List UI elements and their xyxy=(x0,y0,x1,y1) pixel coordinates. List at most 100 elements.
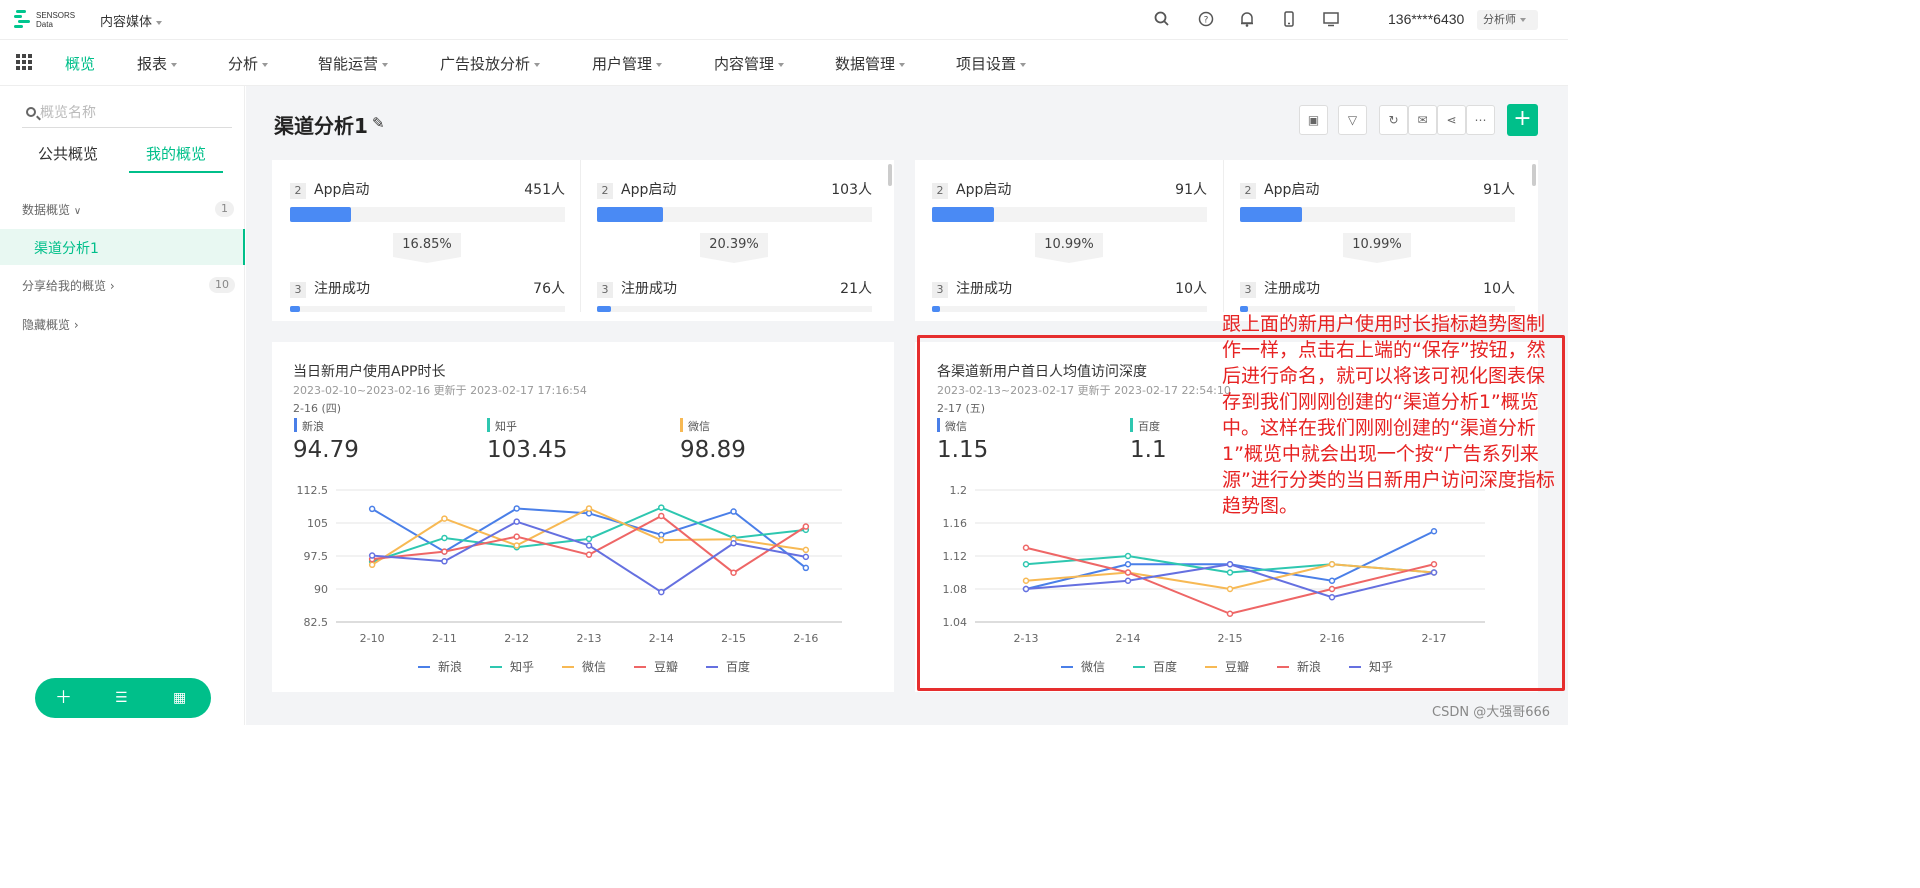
annotation-text: 跟上面的新用户使用时长指标趋势图制作一样，点击右上端的“保存”按钮，然后进行命名… xyxy=(1222,313,1555,517)
chart1-highlight-label: 新浪 xyxy=(294,418,324,434)
mail-button[interactable]: ✉ xyxy=(1408,105,1437,135)
nav-smart-ops[interactable]: 智能运营 xyxy=(318,53,389,74)
nav-data-management[interactable]: 数据管理 xyxy=(835,53,906,74)
monitor-icon[interactable] xyxy=(1322,10,1340,28)
data-point xyxy=(585,535,593,543)
chart1-svg[interactable]: 112.5 105 97.5 90 82.5 2-10 2-11 2-12 2-13 2-14 2-… xyxy=(272,470,894,690)
sidebar-item-channel-analysis[interactable]: 渠道分析1 xyxy=(0,229,245,265)
y-tick-label: 105 xyxy=(307,517,328,530)
x-tick-label: 2-11 xyxy=(432,632,457,645)
legend-label: 新浪 xyxy=(438,659,462,674)
funnel-step-row: 2 App启动 91人 xyxy=(1240,179,1515,199)
group-shared-overview[interactable]: 分享给我的概览 › xyxy=(22,277,115,294)
sensors-logo[interactable]: SENSORS Data xyxy=(14,9,84,31)
funnel-bar xyxy=(597,207,872,222)
add-icon[interactable]: ＋ xyxy=(55,686,72,710)
funnel-step-value: 10人 xyxy=(1483,281,1515,297)
mobile-icon[interactable] xyxy=(1280,10,1298,28)
funnel-step-value: 91人 xyxy=(1483,182,1515,198)
x-tick-label: 2-14 xyxy=(649,632,674,645)
nav-user-management[interactable]: 用户管理 xyxy=(592,53,663,74)
chevron-right-icon: › xyxy=(73,318,79,332)
apps-grid-icon[interactable] xyxy=(16,54,32,70)
more-button[interactable]: ⋯ xyxy=(1466,105,1495,135)
filter-button[interactable]: ▽ xyxy=(1338,105,1367,135)
chevron-down-icon xyxy=(778,62,785,67)
tab-my-overview[interactable]: 我的概览 xyxy=(146,143,206,164)
sidebar-toolbar: ＋ ☰ ▦ xyxy=(35,678,211,718)
x-tick-label: 2-16 xyxy=(793,632,818,645)
nav-analysis[interactable]: 分析 xyxy=(228,53,269,74)
funnel-bar-fill xyxy=(932,306,940,312)
funnel-step-name: App启动 xyxy=(621,182,677,198)
y-tick-label: 90 xyxy=(314,583,328,596)
overview-search-input[interactable]: 概览名称 xyxy=(22,100,232,128)
nav-overview[interactable]: 概览 xyxy=(65,53,95,74)
funnel-bar-fill xyxy=(290,306,301,312)
sidebar xyxy=(0,86,245,725)
funnel-bar-fill xyxy=(1240,207,1302,222)
nav-content-management[interactable]: 内容管理 xyxy=(714,53,785,74)
project-selector[interactable]: 内容媒体 xyxy=(100,11,163,30)
data-point xyxy=(730,539,737,547)
nav-project-settings[interactable]: 项目设置 xyxy=(956,53,1027,74)
step-number: 3 xyxy=(1240,282,1256,298)
legend-label: 知乎 xyxy=(510,660,534,674)
group-data-overview[interactable]: 数据概览 ∨ xyxy=(22,201,81,218)
search-icon[interactable] xyxy=(1153,10,1171,28)
group-hidden-overview[interactable]: 隐藏概览 › xyxy=(22,316,79,333)
funnel-step-row: 2 App启动 103人 xyxy=(597,179,872,199)
data-point xyxy=(513,505,520,512)
calendar-button[interactable]: ▣ xyxy=(1299,105,1328,135)
funnel-step-name: App启动 xyxy=(314,182,370,198)
user-account[interactable]: 136****6430 xyxy=(1388,11,1464,27)
tab-public-overview[interactable]: 公共概览 xyxy=(38,143,98,164)
data-point xyxy=(802,546,810,554)
role-selector[interactable]: 分析师 xyxy=(1477,10,1538,30)
group-data-count: 1 xyxy=(215,201,234,217)
data-point xyxy=(585,505,593,512)
step-number: 2 xyxy=(932,183,948,199)
funnel-step-name: 注册成功 xyxy=(1264,281,1320,297)
nav-ad-analysis[interactable]: 广告投放分析 xyxy=(440,53,541,74)
funnel-step-value: 103人 xyxy=(831,182,872,198)
nav-reports[interactable]: 报表 xyxy=(137,53,178,74)
bell-icon[interactable] xyxy=(1238,10,1256,28)
chevron-down-icon xyxy=(171,62,178,67)
logo-icon xyxy=(14,10,32,30)
data-point xyxy=(513,542,520,549)
chart1-highlight-value: 94.79 xyxy=(293,437,359,463)
y-tick-label: 82.5 xyxy=(304,616,329,629)
scrollbar[interactable] xyxy=(888,164,892,186)
data-point xyxy=(585,542,593,549)
chevron-down-icon xyxy=(156,20,163,25)
data-point xyxy=(368,561,376,569)
step-number: 3 xyxy=(597,282,613,298)
funnel-step-name: App启动 xyxy=(1264,182,1320,198)
data-point xyxy=(441,558,448,565)
chart1-highlight-value: 103.45 xyxy=(487,437,568,463)
add-widget-button[interactable]: + xyxy=(1507,104,1538,136)
funnel-bar xyxy=(1240,207,1515,222)
data-point xyxy=(658,536,665,544)
funnel-bar xyxy=(597,306,872,312)
sort-list-icon[interactable]: ☰ xyxy=(115,686,128,710)
help-icon[interactable]: ? xyxy=(1197,10,1215,28)
refresh-button[interactable]: ↻ xyxy=(1379,105,1408,135)
chevron-down-icon xyxy=(262,62,269,67)
chevron-right-icon: › xyxy=(109,279,115,293)
edit-icon[interactable]: ✎ xyxy=(372,114,385,132)
legend-label: 微信 xyxy=(582,660,606,674)
funnel-bar xyxy=(932,306,1207,312)
share-button[interactable]: ⋖ xyxy=(1437,105,1466,135)
chart1-highlight-label: 微信 xyxy=(680,418,710,434)
data-point xyxy=(802,564,810,572)
watermark: CSDN @大强哥666 xyxy=(1432,705,1551,720)
funnel-bar-fill xyxy=(597,306,611,312)
data-point xyxy=(658,531,665,539)
grid-view-icon[interactable]: ▦ xyxy=(173,686,186,710)
chevron-down-icon xyxy=(899,62,906,67)
funnel-step-row: 3 注册成功 10人 xyxy=(932,278,1207,298)
tab-active-indicator xyxy=(129,171,223,173)
scrollbar[interactable] xyxy=(1532,164,1536,186)
